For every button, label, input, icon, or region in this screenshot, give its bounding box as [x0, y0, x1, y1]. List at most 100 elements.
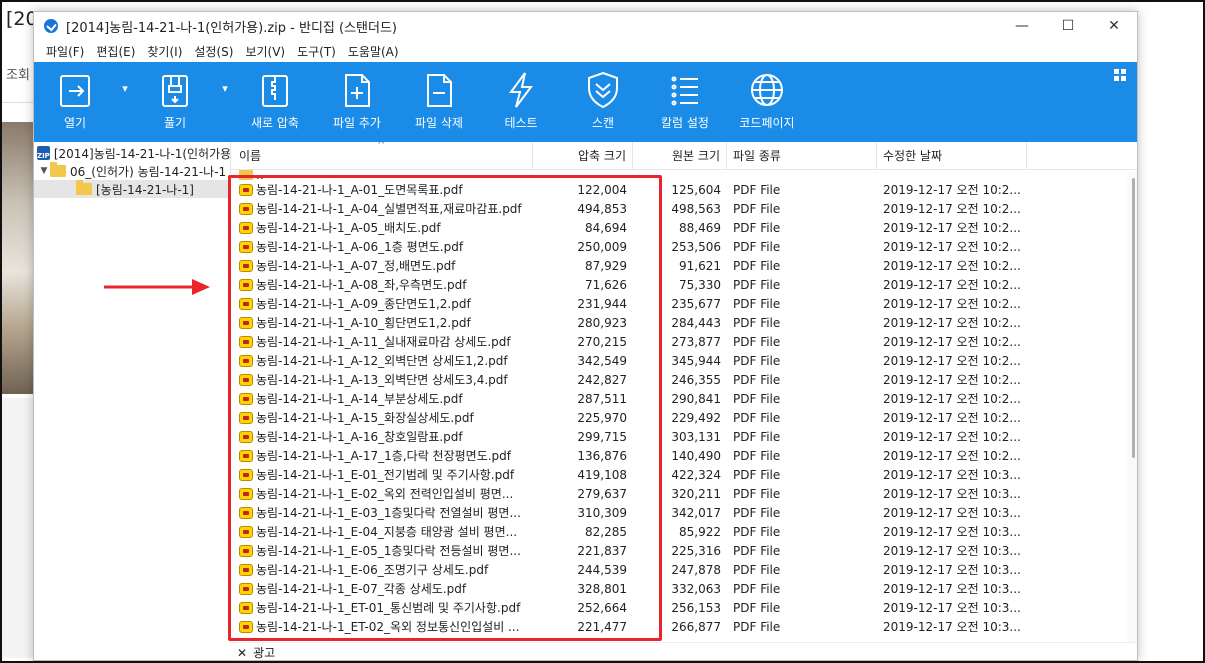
file-type-cell: PDF File [733, 259, 781, 273]
menu-settings[interactable]: 설정(S) [188, 43, 239, 60]
open-icon [60, 75, 90, 107]
codepage-icon [751, 74, 783, 106]
modified-date-cell: 2019-12-17 오전 10:3... [883, 582, 1021, 596]
extract-dropdown-chevron-icon[interactable]: ▾ [216, 62, 234, 142]
new-archive-button[interactable]: 새로 압축 [234, 62, 316, 142]
modified-date-cell: 2019-12-17 오전 10:2... [883, 411, 1021, 425]
modified-date-cell: 2019-12-17 오전 10:3... [883, 506, 1021, 520]
modified-date-cell: 2019-12-17 오전 10:2... [883, 335, 1021, 349]
file-type-cell: PDF File [733, 487, 781, 501]
column-settings-icon [671, 76, 698, 106]
modified-date-cell: 2019-12-17 오전 10:3... [883, 563, 1021, 577]
vertical-scrollbar[interactable] [1127, 172, 1137, 642]
scan-button[interactable]: 스캔 [562, 62, 644, 142]
test-icon [509, 72, 533, 108]
background-page-title: [2014]농림-14-21-나-1 [6, 8, 34, 30]
file-type-cell: PDF File [733, 392, 781, 406]
menu-view[interactable]: 보기(V) [239, 43, 291, 60]
column-header-file-type[interactable]: 파일 종류 [727, 142, 877, 170]
menu-tools[interactable]: 도구(T) [291, 43, 342, 60]
menu-file[interactable]: 파일(F) [40, 43, 90, 60]
modified-date-cell: 2019-12-17 오전 10:3... [883, 620, 1021, 634]
file-type-cell: PDF File [733, 297, 781, 311]
column-header-compressed-size[interactable]: 압축 크기 [533, 142, 633, 170]
file-type-cell: PDF File [733, 183, 781, 197]
file-type-cell: PDF File [733, 544, 781, 558]
file-type-cell: PDF File [733, 620, 781, 634]
scrollbar-thumb[interactable] [1132, 178, 1135, 458]
tree-item-subfolder[interactable]: [농림-14-21-나-1] [34, 180, 230, 198]
add-file-button[interactable]: 파일 추가 [316, 62, 398, 142]
tree-item-folder[interactable]: ▼ 06_(인허가) 농림-14-21-나-1 [34, 162, 230, 180]
highlight-box [228, 175, 662, 641]
modified-date-cell: 2019-12-17 오전 10:2... [883, 430, 1021, 444]
file-type-cell: PDF File [733, 316, 781, 330]
zip-archive-icon: ZIP [37, 146, 50, 160]
column-settings-label: 칼럼 설정 [661, 116, 709, 130]
modified-date-cell: 2019-12-17 오전 10:3... [883, 487, 1021, 501]
file-type-cell: PDF File [733, 468, 781, 482]
maximize-button[interactable]: ☐ [1045, 12, 1091, 40]
minimize-button[interactable]: — [999, 12, 1045, 40]
title-bar: [2014]농림-14-21-나-1(인허가용).zip - 반디집 (스탠더드… [34, 12, 1137, 40]
ad-label: 광고 [253, 646, 276, 660]
modified-date-cell: 2019-12-17 오전 10:2... [883, 316, 1021, 330]
file-type-cell: PDF File [733, 411, 781, 425]
background-tab[interactable]: 조회 [6, 64, 32, 83]
delete-file-button[interactable]: 파일 삭제 [398, 62, 480, 142]
modified-date-cell: 2019-12-17 오전 10:2... [883, 240, 1021, 254]
column-header-modified-date[interactable]: 수정한 날짜 [877, 142, 1027, 170]
codepage-button[interactable]: 코드페이지 [726, 62, 808, 142]
menu-edit[interactable]: 편집(E) [90, 43, 141, 60]
close-button[interactable]: ✕ [1091, 12, 1137, 40]
file-type-cell: PDF File [733, 506, 781, 520]
folder-tree: ZIP [2014]농림-14-21-나-1(인허가용).zip ▼ 06_(인… [34, 142, 231, 642]
layout-grid-icon[interactable] [1113, 68, 1127, 82]
background-photo [2, 122, 34, 394]
red-arrow-icon [104, 279, 210, 295]
status-bar: ✕ 광고 [231, 642, 1137, 660]
file-type-cell: PDF File [733, 601, 781, 615]
modified-date-cell: 2019-12-17 오전 10:2... [883, 259, 1021, 273]
open-dropdown-chevron-icon[interactable]: ▾ [116, 62, 134, 142]
file-type-cell: PDF File [733, 449, 781, 463]
menu-help[interactable]: 도움말(A) [342, 43, 405, 60]
column-settings-button[interactable]: 칼럼 설정 [644, 62, 726, 142]
file-type-cell: PDF File [733, 430, 781, 444]
scan-label: 스캔 [591, 116, 615, 130]
scan-icon [588, 71, 618, 109]
close-ad-icon[interactable]: ✕ [237, 646, 247, 660]
extract-label: 풀기 [163, 116, 187, 130]
menu-find[interactable]: 찾기(I) [141, 43, 188, 60]
tree-item-archive[interactable]: ZIP [2014]농림-14-21-나-1(인허가용).zip [34, 144, 230, 162]
modified-date-cell: 2019-12-17 오전 10:2... [883, 354, 1021, 368]
file-type-cell: PDF File [733, 563, 781, 577]
modified-date-cell: 2019-12-17 오전 10:2... [883, 221, 1021, 235]
codepage-label: 코드페이지 [739, 116, 795, 130]
open-button[interactable]: 열기 [34, 62, 116, 142]
modified-date-cell: 2019-12-17 오전 10:2... [883, 297, 1021, 311]
file-type-cell: PDF File [733, 525, 781, 539]
file-type-cell: PDF File [733, 582, 781, 596]
file-list-header: ^ 이름 압축 크기 원본 크기 파일 종류 수정한 날짜 [231, 142, 1137, 170]
modified-date-cell: 2019-12-17 오전 10:2... [883, 278, 1021, 292]
toolbar: 열기 ▾ 풀기 ▾ 새로 압축 파일 추가 파일 삭제 테스트 스캔 칼럼 설정… [34, 62, 1137, 142]
file-type-cell: PDF File [733, 240, 781, 254]
extract-icon [162, 75, 188, 107]
menu-bar: 파일(F) 편집(E) 찾기(I) 설정(S) 보기(V) 도구(T) 도움말(… [34, 40, 1137, 62]
new-archive-label: 새로 압축 [251, 116, 299, 130]
folder-icon [50, 162, 66, 177]
bandizip-app-icon [44, 19, 58, 33]
modified-date-cell: 2019-12-17 오전 10:3... [883, 544, 1021, 558]
tree-item-label: 06_(인허가) 농림-14-21-나-1 [70, 164, 227, 179]
extract-button[interactable]: 풀기 [134, 62, 216, 142]
modified-date-cell: 2019-12-17 오전 10:2... [883, 183, 1021, 197]
test-button[interactable]: 테스트 [480, 62, 562, 142]
chevron-down-icon[interactable]: ▼ [38, 166, 50, 176]
window-title: [2014]농림-14-21-나-1(인허가용).zip - 반디집 (스탠더드… [66, 20, 397, 36]
test-label: 테스트 [504, 116, 538, 130]
modified-date-cell: 2019-12-17 오전 10:3... [883, 601, 1021, 615]
column-header-original-size[interactable]: 원본 크기 [633, 142, 727, 170]
sort-ascending-icon: ^ [377, 142, 386, 151]
new-archive-icon [262, 75, 288, 107]
